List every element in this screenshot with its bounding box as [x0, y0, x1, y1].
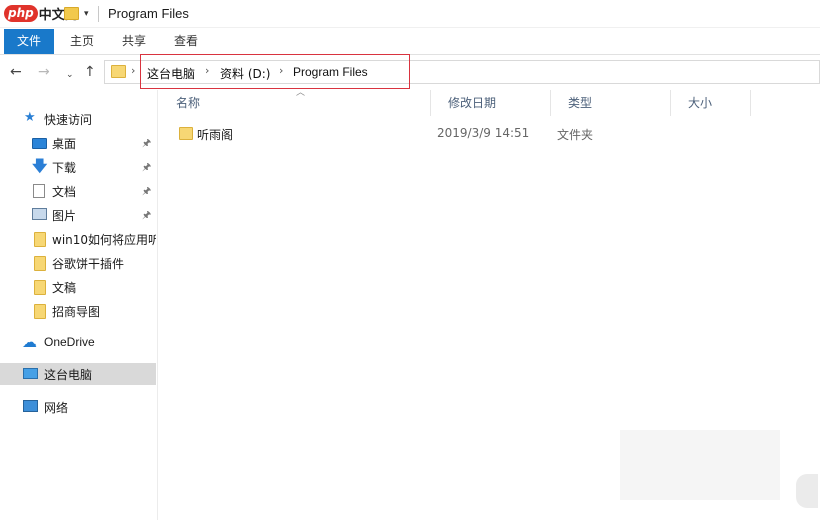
title-divider	[98, 6, 99, 22]
column-header-size[interactable]: 大小	[671, 90, 751, 116]
nav-item-network[interactable]: 网络	[0, 396, 156, 418]
blurred-region	[620, 430, 780, 500]
nav-label: 快速访问	[44, 113, 93, 127]
up-arrow-icon[interactable]: ↑	[84, 64, 96, 80]
nav-label: OneDrive	[44, 335, 95, 349]
nav-item-pictures[interactable]: 图片 🖈	[0, 204, 156, 226]
nav-item-folder[interactable]: win10如何将应用听	[0, 228, 156, 250]
file-row[interactable]: 听雨阁 2019/3/9 14:51 文件夹	[159, 122, 759, 144]
nav-label: 图片	[52, 209, 77, 223]
column-size-label: 大小	[688, 96, 713, 110]
file-name: 听雨阁	[197, 128, 234, 142]
column-header-type[interactable]: 类型	[551, 90, 671, 116]
nav-label: 文档	[52, 185, 77, 199]
nav-label: 谷歌饼干插件	[52, 257, 125, 271]
ribbon-tabs: 文件 主页 共享 查看	[0, 29, 820, 55]
file-type: 文件夹	[557, 128, 594, 142]
nav-label: 网络	[44, 401, 69, 415]
title-bar: php 中文网 ▾ Program Files	[0, 0, 820, 28]
folder-icon	[34, 280, 46, 295]
quick-access-dropdown-icon[interactable]: ▾	[84, 9, 89, 19]
nav-item-desktop[interactable]: 桌面 🖈	[0, 132, 156, 154]
nav-item-documents[interactable]: 文档 🖈	[0, 180, 156, 202]
forward-arrow-icon[interactable]: →	[38, 64, 50, 80]
folder-icon	[34, 256, 46, 271]
nav-item-onedrive[interactable]: ☁ OneDrive	[0, 332, 156, 354]
navigation-bar: ← → ⌄ ↑ › 这台电脑 › 资料 (D:) › Program Files	[0, 56, 820, 88]
folder-icon	[34, 304, 46, 319]
nav-label: 文稿	[52, 281, 77, 295]
address-folder-icon	[111, 65, 126, 78]
picture-icon	[32, 208, 47, 220]
nav-label: 这台电脑	[44, 368, 93, 382]
nav-label: 桌面	[52, 137, 77, 151]
nav-label: win10如何将应用听	[52, 233, 156, 247]
tab-file[interactable]: 文件	[4, 29, 54, 54]
nav-item-downloads[interactable]: 🡇 下载 🖈	[0, 156, 156, 178]
computer-icon	[23, 368, 38, 379]
column-type-label: 类型	[568, 96, 593, 110]
sort-ascending-icon: ︿	[296, 88, 306, 98]
column-name-label: 名称	[176, 96, 201, 110]
nav-quick-access[interactable]: ★ 快速访问	[0, 108, 156, 130]
network-icon	[23, 400, 38, 412]
window-title: Program Files	[108, 6, 189, 21]
watermark-badge: php	[4, 4, 38, 22]
address-highlight-annotation	[140, 54, 410, 89]
quick-access-new-folder-icon[interactable]	[64, 7, 79, 20]
pin-icon[interactable]: 🖈	[142, 136, 151, 153]
pin-icon[interactable]: 🖈	[142, 160, 151, 177]
recent-locations-chevron-icon[interactable]: ⌄	[66, 67, 74, 83]
file-modified: 2019/3/9 14:51	[437, 126, 530, 140]
download-icon: 🡇	[32, 157, 48, 175]
folder-icon	[179, 127, 193, 140]
pin-icon[interactable]: 🖈	[142, 208, 151, 225]
nav-item-folder[interactable]: 招商导图	[0, 300, 156, 322]
tab-share[interactable]: 共享	[114, 29, 154, 54]
tab-view[interactable]: 查看	[166, 29, 206, 54]
column-modified-label: 修改日期	[448, 96, 497, 110]
column-header-modified[interactable]: 修改日期	[431, 90, 551, 116]
nav-item-folder[interactable]: 文稿	[0, 276, 156, 298]
nav-label: 招商导图	[52, 305, 101, 319]
star-icon: ★	[24, 110, 36, 125]
chevron-right-icon[interactable]: ›	[131, 64, 135, 77]
back-arrow-icon[interactable]: ←	[10, 64, 22, 80]
navigation-pane: ★ 快速访问 桌面 🖈 🡇 下载 🖈 文档 🖈 图片 🖈 win10如何将应用听…	[0, 90, 158, 520]
desktop-icon	[32, 138, 47, 149]
nav-label: 下载	[52, 161, 77, 175]
pin-icon[interactable]: 🖈	[142, 184, 151, 201]
tab-home[interactable]: 主页	[62, 29, 102, 54]
nav-item-folder[interactable]: 谷歌饼干插件	[0, 252, 156, 274]
cloud-icon: ☁	[22, 333, 37, 351]
document-icon	[33, 184, 45, 198]
folder-icon	[34, 232, 46, 247]
side-scroll-knob[interactable]	[796, 474, 818, 508]
nav-item-this-pc[interactable]: 这台电脑	[0, 363, 156, 385]
column-header-name[interactable]: 名称	[159, 90, 431, 116]
